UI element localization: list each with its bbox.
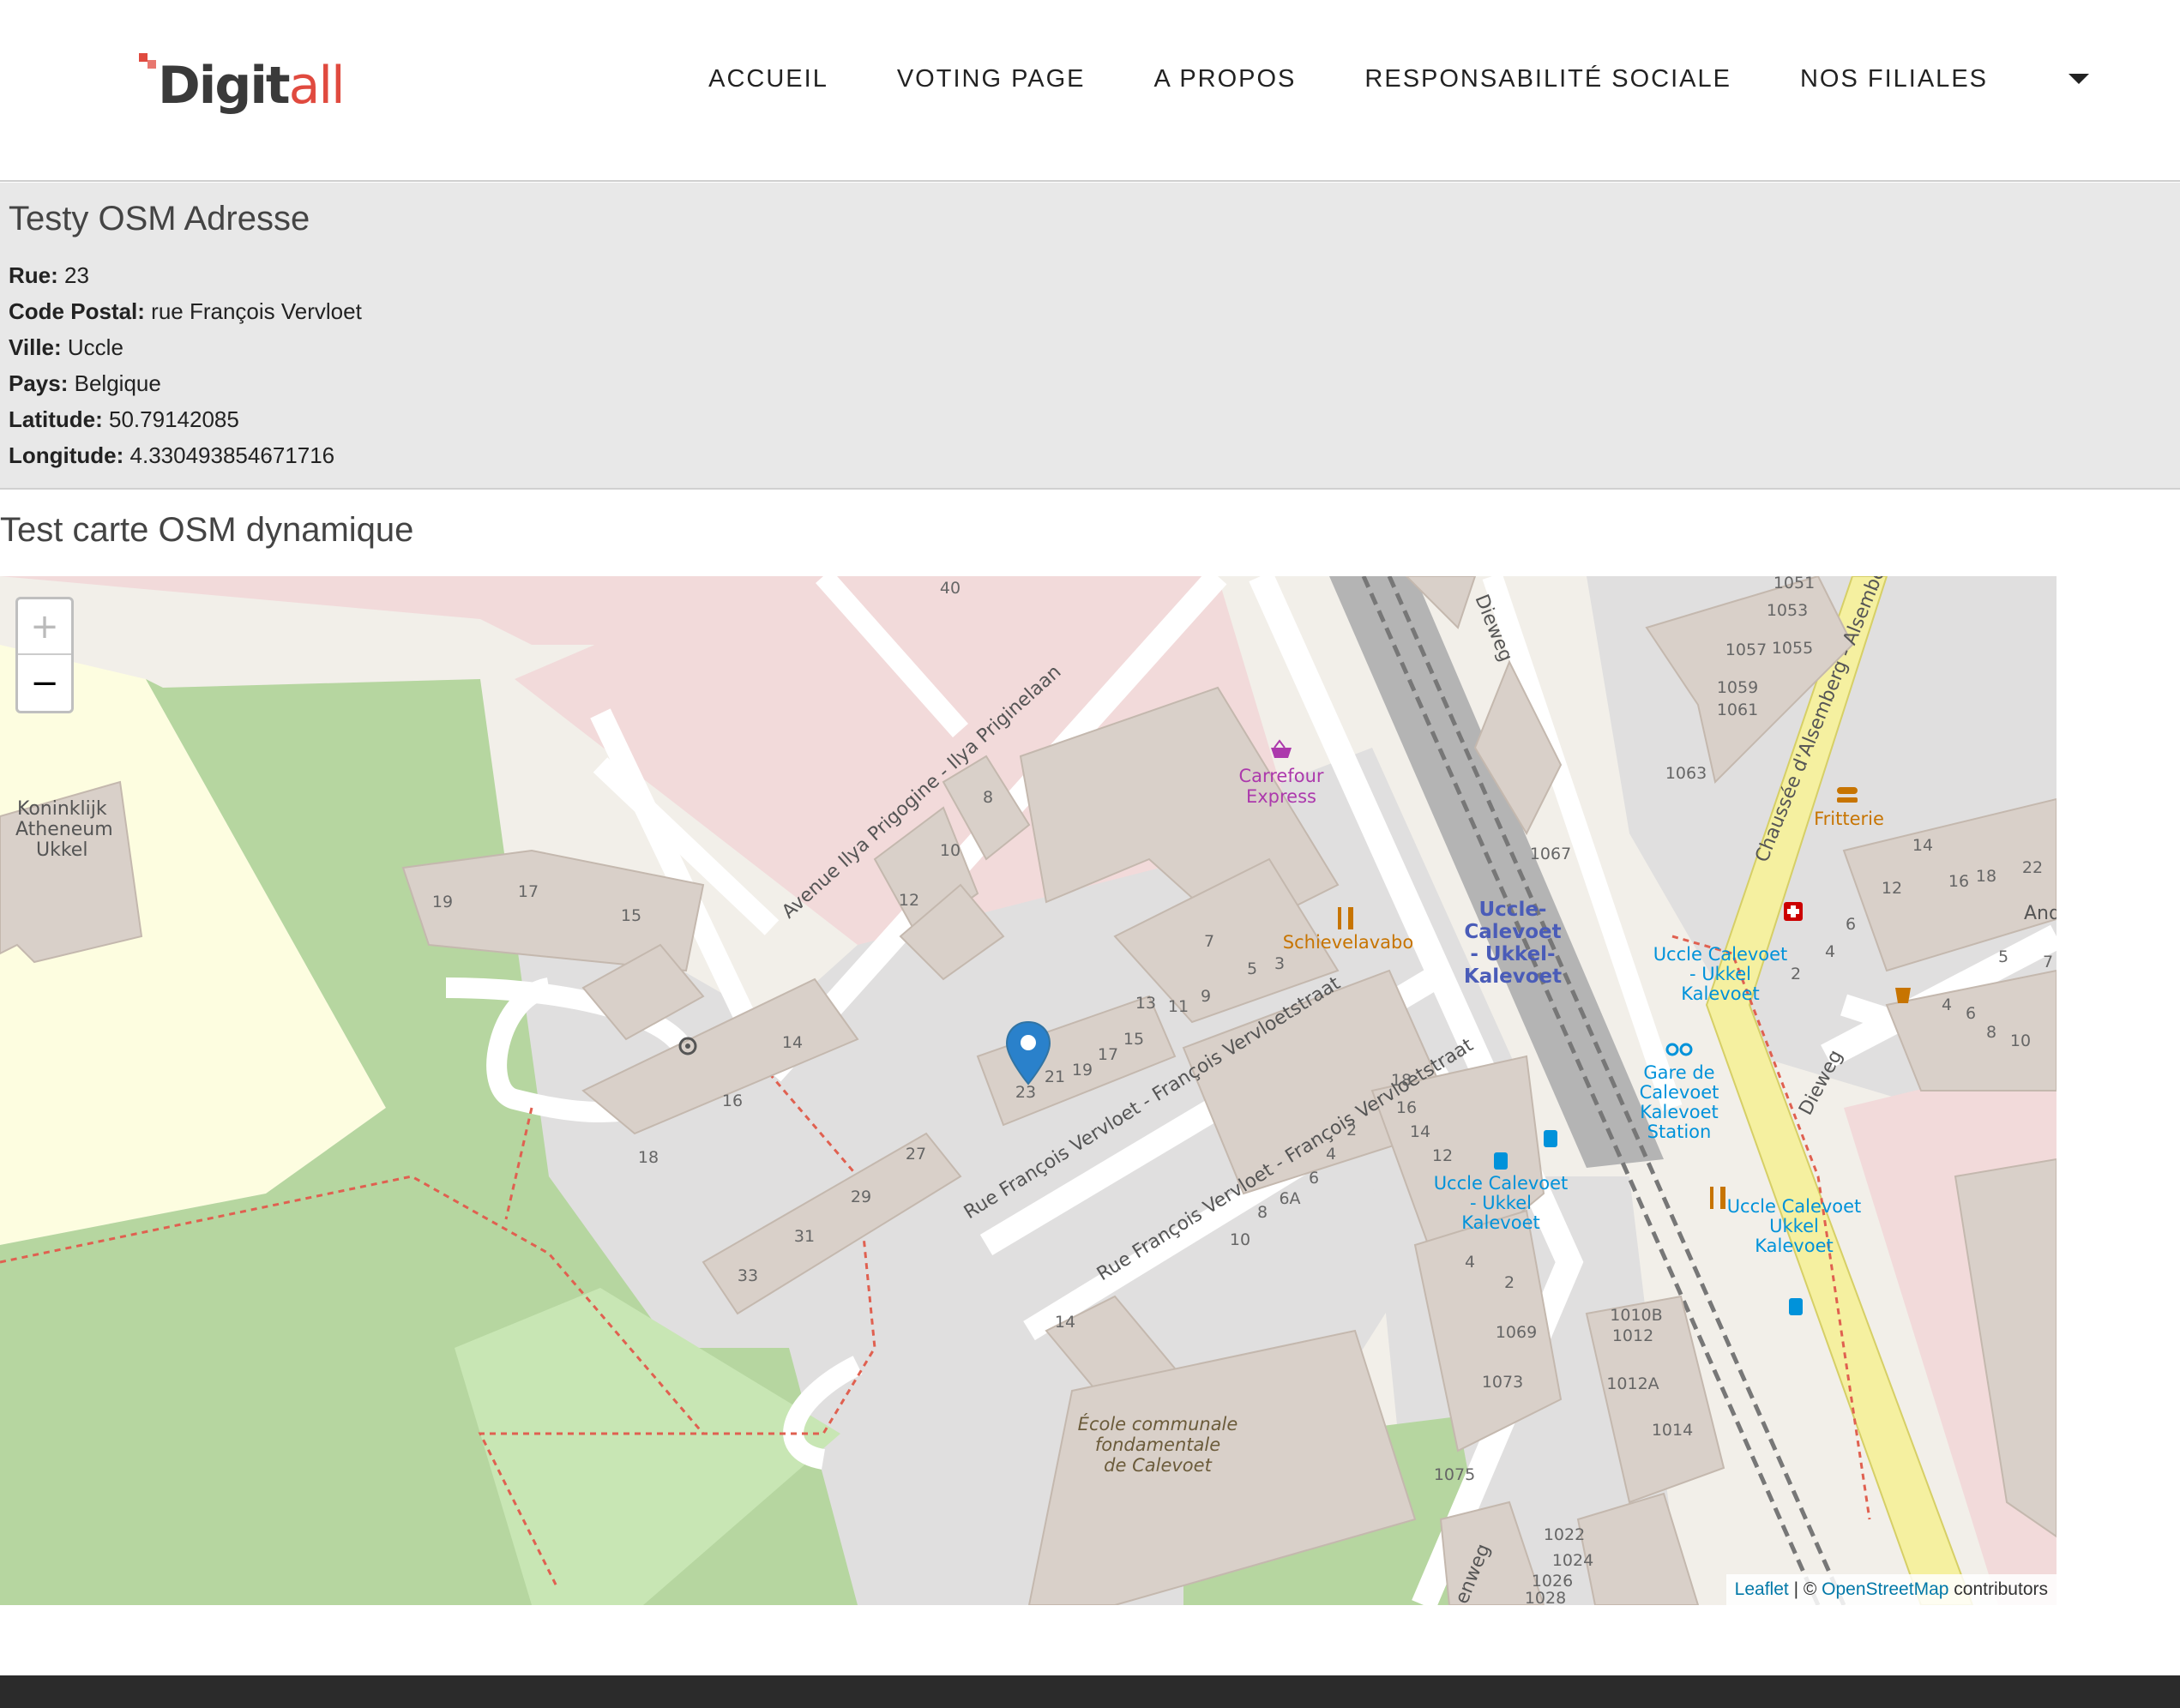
address-panel: Testy OSM Adresse Rue: 23 Code Postal: r… [0,183,2180,490]
zoom-out-button[interactable]: − [18,655,71,711]
osm-map[interactable]: Koninklijk Atheneum Ukkel Avenue Ilya Pr… [0,576,2057,1605]
logo-text-main: Digit [158,56,291,116]
nav-accueil[interactable]: ACCUEIL [708,65,828,93]
row-label: Longitude: [9,442,124,468]
row-value: 50.79142085 [109,406,239,432]
row-value: 23 [64,262,89,288]
address-title: Testy OSM Adresse [9,200,310,238]
site-header: Digitall ACCUEIL VOTING PAGE A PROPOS RE… [0,0,2180,182]
attribution-separator: | © [1788,1579,1822,1599]
nav-voting-page[interactable]: VOTING PAGE [897,65,1086,93]
row-value: Belgique [74,370,161,396]
row-label: Rue: [9,262,58,288]
openstreetmap-link[interactable]: OpenStreetMap [1822,1579,1948,1599]
row-value: 4.330493854671716 [129,442,335,468]
nav-responsabilite-sociale[interactable]: RESPONSABILITÉ SOCIALE [1364,65,1731,93]
row-value: rue François Vervloet [151,298,362,324]
address-row-code-postal: Code Postal: rue François Vervloet [9,293,2171,329]
address-row-latitude: Latitude: 50.79142085 [9,401,2171,437]
leaflet-link[interactable]: Leaflet [1735,1579,1789,1599]
map-attribution: Leaflet | © OpenStreetMap contributors [1725,1574,2057,1605]
site-footer [0,1675,2180,1708]
map-tiles [0,576,2057,1605]
digitall-logo[interactable]: Digitall [139,50,346,111]
attribution-suffix: contributors [1948,1579,2048,1599]
address-row-rue: Rue: 23 [9,257,2171,293]
row-label: Ville: [9,334,62,360]
logo-text-accent: all [288,56,346,116]
main-nav: ACCUEIL VOTING PAGE A PROPOS RESPONSABIL… [708,53,2180,105]
row-value: Uccle [67,334,123,360]
row-label: Pays: [9,370,69,396]
address-row-ville: Ville: Uccle [9,329,2171,365]
map-section-title: Test carte OSM dynamique [0,511,414,549]
nav-a-propos[interactable]: A PROPOS [1154,65,1297,93]
logo-mark-icon [139,53,158,72]
row-label: Latitude: [9,406,103,432]
row-label: Code Postal: [9,298,145,324]
nav-nos-filiales[interactable]: NOS FILIALES [1800,65,1988,93]
address-row-longitude: Longitude: 4.330493854671716 [9,437,2171,473]
address-row-pays: Pays: Belgique [9,365,2171,401]
location-marker-icon[interactable] [1005,1020,1051,1086]
zoom-control: + − [15,597,74,713]
zoom-in-button[interactable]: + [18,599,71,655]
caret-down-icon[interactable] [2069,74,2089,84]
